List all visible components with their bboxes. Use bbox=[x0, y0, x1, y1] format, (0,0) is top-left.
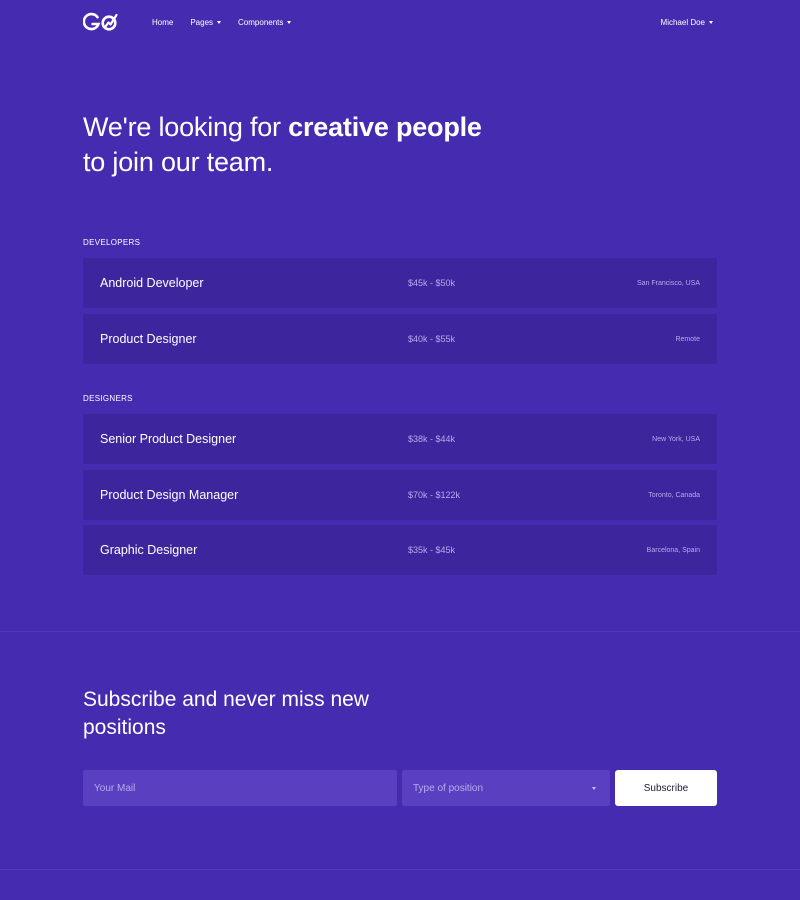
email-field[interactable] bbox=[83, 770, 397, 806]
job-title: Product Designer bbox=[100, 332, 197, 346]
hero-line-2: to join our team. bbox=[83, 147, 274, 177]
nav-link-components[interactable]: Components bbox=[238, 17, 292, 27]
job-row[interactable]: Android Developer $45k - $50k San Franci… bbox=[83, 258, 717, 308]
nav-link-label: Components bbox=[238, 17, 284, 27]
job-salary: $70k - $122k bbox=[408, 490, 461, 500]
job-location: New York, USA bbox=[652, 435, 700, 443]
job-title: Android Developer bbox=[100, 276, 204, 290]
user-name: Michael Doe bbox=[660, 17, 705, 27]
logo[interactable] bbox=[83, 8, 123, 36]
subscribe-button[interactable]: Subscribe bbox=[615, 770, 717, 806]
subscribe-title: Subscribe and never miss new positions bbox=[83, 688, 369, 739]
chevron-down-icon bbox=[709, 20, 713, 24]
nav-link-home[interactable]: Home bbox=[152, 18, 173, 27]
hero-heading: We're looking for creative people to joi… bbox=[83, 110, 603, 180]
job-salary: $38k - $44k bbox=[408, 434, 456, 444]
nav-link-pages[interactable]: Pages bbox=[190, 17, 222, 27]
job-salary: $40k - $55k bbox=[408, 334, 456, 344]
user-menu[interactable]: Michael Doe bbox=[661, 18, 713, 27]
job-row[interactable]: Senior Product Designer $38k - $44k New … bbox=[83, 414, 717, 464]
nav-link-label: Home bbox=[152, 17, 174, 27]
hero-highlight: creative people bbox=[288, 112, 482, 142]
job-row[interactable]: Product Designer $40k - $55k Remote bbox=[83, 314, 717, 364]
job-location: Remote bbox=[675, 335, 700, 343]
navbar: Home Pages Components Michael Doe bbox=[83, 8, 717, 36]
footer-divider bbox=[0, 869, 800, 870]
job-location: San Francisco, USA bbox=[636, 279, 700, 287]
job-row[interactable]: Graphic Designer $35k - $45k Barcelona, … bbox=[83, 525, 717, 575]
job-location: Toronto, Canada bbox=[648, 491, 700, 499]
section-label-developers: DEVELOPERS bbox=[83, 238, 141, 247]
hero-line-1: We're looking for creative people bbox=[83, 110, 603, 145]
nav-link-label: Pages bbox=[190, 17, 214, 27]
section-label-designers: DESIGNERS bbox=[83, 394, 133, 403]
chevron-down-icon bbox=[592, 787, 596, 790]
job-salary: $35k - $45k bbox=[408, 545, 456, 555]
job-salary: $45k - $50k bbox=[408, 278, 456, 288]
nav-links: Home Pages Components bbox=[152, 18, 308, 27]
select-value: Type of position bbox=[413, 782, 484, 794]
chevron-down-icon bbox=[287, 20, 292, 24]
position-type-select[interactable]: Type of position bbox=[402, 770, 610, 806]
go-logo-icon bbox=[83, 12, 118, 31]
chevron-down-icon bbox=[217, 20, 222, 24]
section-divider bbox=[0, 631, 800, 632]
hero-prefix: We're looking for bbox=[83, 112, 289, 142]
job-row[interactable]: Product Design Manager $70k - $122k Toro… bbox=[83, 470, 717, 520]
job-title: Graphic Designer bbox=[100, 543, 198, 557]
job-title: Senior Product Designer bbox=[100, 432, 237, 446]
job-title: Product Design Manager bbox=[100, 488, 239, 502]
job-location: Barcelona, Spain bbox=[646, 546, 700, 554]
